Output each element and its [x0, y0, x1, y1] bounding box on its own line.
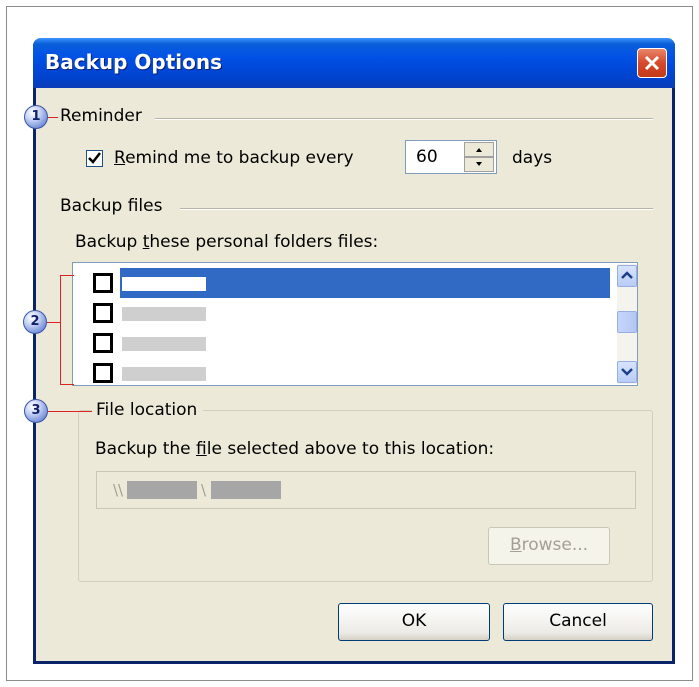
list-item-name-redacted: [122, 367, 206, 381]
ok-button[interactable]: OK: [338, 603, 490, 641]
list-item[interactable]: [76, 298, 608, 328]
remind-label-text: emind me to backup every: [125, 148, 354, 168]
browse-button[interactable]: Browse...: [488, 527, 610, 565]
callout-1: 1: [24, 105, 48, 129]
checkmark-icon: [88, 152, 101, 164]
chevron-down-icon: [621, 368, 633, 376]
list-item-checkbox[interactable]: [93, 303, 113, 323]
location-field[interactable]: \\ \: [96, 471, 636, 509]
list-item-name-redacted: [122, 307, 206, 321]
file-location-description: Backup the file selected above to this l…: [95, 439, 494, 459]
list-item-name-redacted: [122, 277, 206, 291]
remind-checkbox-label[interactable]: Remind me to backup every: [114, 148, 354, 168]
desc-accel: f: [196, 439, 207, 459]
reminder-group-label: Reminder: [60, 106, 148, 126]
browse-label: rowse...: [521, 535, 589, 555]
list-scrollbar[interactable]: [617, 264, 637, 384]
backup-files-group-label: Backup files: [60, 196, 169, 216]
remind-label-accel: R: [114, 148, 126, 168]
callout-2-bracket-top: [60, 275, 74, 276]
days-suffix: days: [512, 148, 553, 168]
backup-list-label: Backup these personal folders files:: [75, 232, 378, 252]
desc-pre: Backup the: [95, 439, 197, 459]
list-item-checkbox[interactable]: [93, 333, 113, 353]
callout-1-connector: [48, 117, 58, 118]
chevron-up-icon: [621, 271, 633, 279]
close-icon: [644, 55, 660, 71]
scroll-up-button[interactable]: [617, 265, 637, 287]
scroll-thumb[interactable]: [617, 311, 637, 333]
list-label-pre: Backup: [75, 232, 143, 252]
spin-up-button[interactable]: [464, 142, 494, 157]
spin-up-icon: [476, 148, 482, 152]
path-separator-1: \\: [113, 481, 124, 499]
dialog-title: Backup Options: [45, 50, 223, 74]
list-item[interactable]: [76, 328, 608, 358]
list-item[interactable]: [76, 268, 610, 298]
desc-post: ile selected above to this location:: [206, 439, 495, 459]
path-server-redacted: [127, 481, 197, 499]
personal-folders-list[interactable]: [72, 262, 638, 386]
callout-2-connector: [47, 322, 60, 323]
list-item-checkbox[interactable]: [93, 363, 113, 383]
callout-2-bracket: [60, 275, 61, 384]
scroll-down-button[interactable]: [617, 361, 637, 383]
callout-2-bracket-bottom: [60, 384, 74, 385]
path-separator-2: \: [201, 481, 207, 499]
list-item-name-redacted: [122, 337, 206, 351]
spin-down-icon: [476, 162, 482, 166]
list-item[interactable]: [76, 358, 608, 385]
callout-3: 3: [24, 399, 48, 423]
close-button[interactable]: [637, 48, 667, 78]
path-share-redacted: [211, 481, 281, 499]
browse-accel: B: [509, 535, 522, 555]
spin-down-button[interactable]: [464, 157, 494, 172]
callout-2: 2: [23, 310, 47, 334]
list-item-checkbox[interactable]: [93, 273, 113, 293]
list-label-post: hese personal folders files:: [149, 232, 379, 252]
cancel-button[interactable]: Cancel: [503, 603, 653, 641]
remind-checkbox[interactable]: [86, 150, 103, 167]
days-value[interactable]: 60: [416, 147, 438, 167]
reminder-separator: [155, 118, 653, 120]
title-bar[interactable]: Backup Options: [33, 38, 675, 88]
callout-3-connector: [48, 411, 92, 412]
days-spinbox[interactable]: 60: [405, 140, 497, 174]
file-location-group-label: File location: [92, 400, 204, 420]
backup-files-separator: [180, 208, 653, 210]
